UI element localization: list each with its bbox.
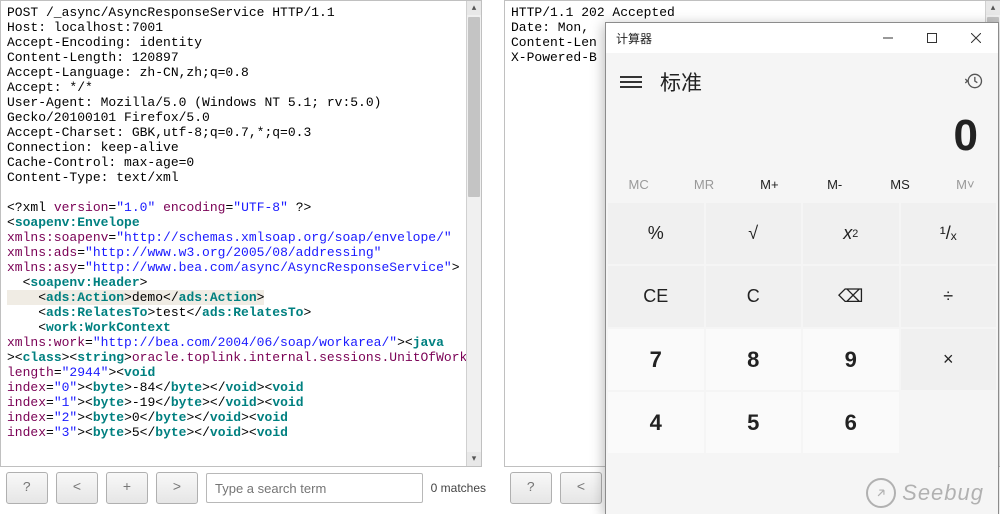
window-title: 计算器: [606, 30, 866, 47]
help-button[interactable]: ?: [510, 472, 552, 504]
scroll-up-icon[interactable]: ▴: [467, 1, 481, 15]
history-icon[interactable]: [964, 71, 984, 94]
memory-mc[interactable]: MC: [606, 167, 671, 201]
help-button[interactable]: ?: [6, 472, 48, 504]
minimize-button[interactable]: [866, 23, 910, 53]
key-×[interactable]: ×: [901, 329, 997, 390]
watermark-icon: [866, 478, 896, 508]
next-button[interactable]: >: [156, 472, 198, 504]
memory-m-[interactable]: M-: [802, 167, 867, 201]
key-7[interactable]: 7: [608, 329, 704, 390]
request-pane: POST /_async/AsyncResponseService HTTP/1…: [0, 0, 482, 467]
toolbar-left: ? < + > 0 matches: [0, 463, 492, 513]
key-4[interactable]: 4: [608, 392, 704, 453]
scroll-up-icon[interactable]: ▴: [986, 1, 1000, 15]
key-9[interactable]: 9: [803, 329, 899, 390]
scroll-thumb[interactable]: [468, 17, 480, 197]
add-button[interactable]: +: [106, 472, 148, 504]
menu-icon[interactable]: [620, 73, 642, 91]
key-8[interactable]: 8: [706, 329, 802, 390]
memory-mr[interactable]: MR: [671, 167, 736, 201]
key-%[interactable]: %: [608, 203, 704, 264]
watermark-text: Seebug: [902, 480, 984, 506]
close-button[interactable]: [954, 23, 998, 53]
key-5[interactable]: 5: [706, 392, 802, 453]
request-text: POST /_async/AsyncResponseService HTTP/1…: [1, 1, 481, 444]
calc-header: 标准: [606, 53, 998, 111]
maximize-button[interactable]: [910, 23, 954, 53]
memory-ms[interactable]: MS: [867, 167, 932, 201]
key-¹/ₓ[interactable]: ¹/ₓ: [901, 203, 997, 264]
key-6[interactable]: 6: [803, 392, 899, 453]
key-C[interactable]: C: [706, 266, 802, 327]
key-÷[interactable]: ÷: [901, 266, 997, 327]
memory-m˅[interactable]: M˅: [933, 167, 998, 201]
calculator-window[interactable]: 计算器 标准 0 MCMRM+M-MSM˅ %√x2¹/ₓ CEC⌫÷ 789× 45…: [605, 22, 999, 514]
prev-button[interactable]: <: [560, 472, 602, 504]
search-input[interactable]: [206, 473, 423, 503]
prev-button[interactable]: <: [56, 472, 98, 504]
watermark: Seebug: [866, 478, 984, 508]
key-x²[interactable]: x2: [803, 203, 899, 264]
key-√[interactable]: √: [706, 203, 802, 264]
titlebar[interactable]: 计算器: [606, 23, 998, 53]
calc-mode: 标准: [660, 67, 964, 97]
calc-display: 0: [606, 111, 998, 167]
memory-m+[interactable]: M+: [737, 167, 802, 201]
scrollbar-left[interactable]: ▴ ▾: [466, 1, 481, 466]
key-⌫[interactable]: ⌫: [803, 266, 899, 327]
memory-row: MCMRM+M-MSM˅: [606, 167, 998, 201]
match-count: 0 matches: [431, 481, 486, 495]
key-CE[interactable]: CE: [608, 266, 704, 327]
keypad: %√x2¹/ₓ CEC⌫÷ 789× 456: [606, 201, 998, 455]
